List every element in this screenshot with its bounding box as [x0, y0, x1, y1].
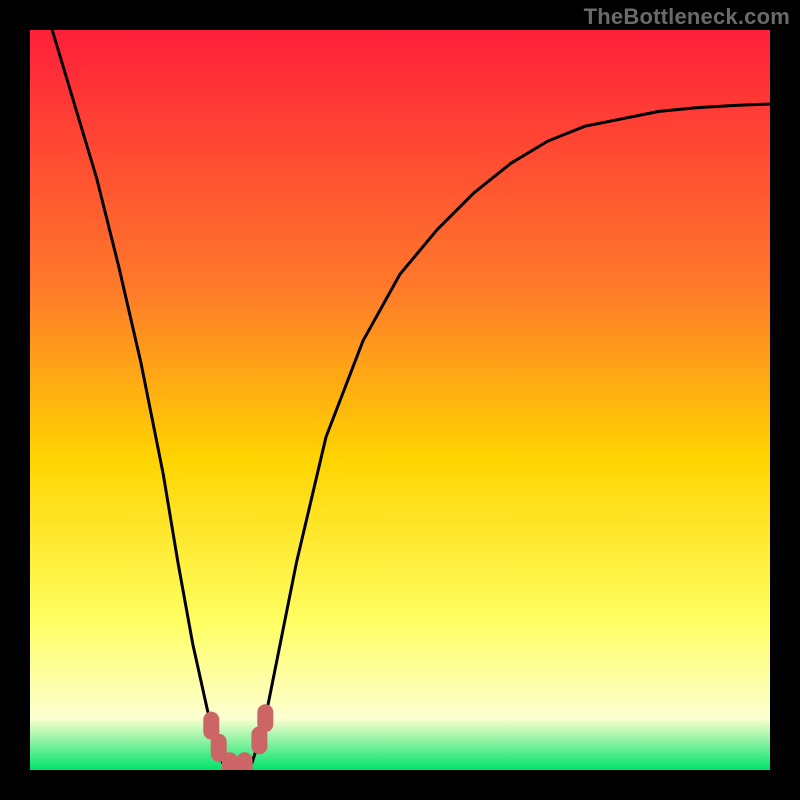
watermark-text: TheBottleneck.com [584, 4, 790, 30]
plot-area [30, 30, 770, 770]
data-marker [257, 704, 273, 732]
data-marker [222, 752, 238, 770]
gradient-background [30, 30, 770, 770]
data-marker [237, 752, 253, 770]
chart-frame: TheBottleneck.com [0, 0, 800, 800]
chart-svg [30, 30, 770, 770]
